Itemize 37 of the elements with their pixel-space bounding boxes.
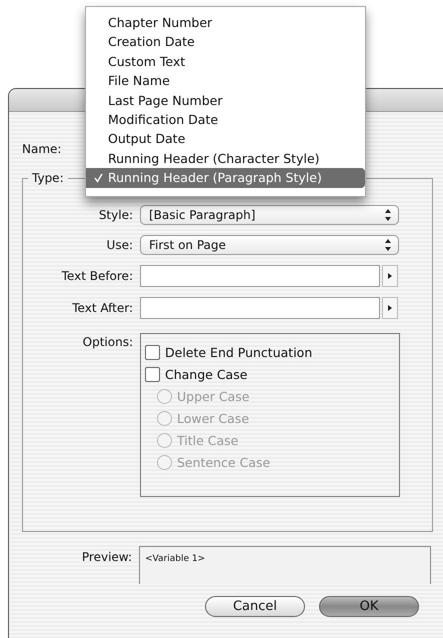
menu-item[interactable]: Output Date <box>86 129 365 149</box>
radio-label: Lower Case <box>177 410 250 426</box>
field-label: Text Before: <box>60 269 133 283</box>
menu-item[interactable]: Running Header (Paragraph Style) <box>86 168 365 188</box>
field-label: Use: <box>106 238 133 252</box>
name-label: Name: <box>22 142 62 156</box>
radio-label: Title Case <box>177 432 238 448</box>
checkbox-label: Delete End Punctuation <box>165 344 312 360</box>
right-arrow-icon <box>387 272 393 280</box>
menu-item[interactable]: Chapter Number <box>86 13 365 32</box>
field-label: Style: <box>98 208 133 222</box>
radio-label: Upper Case <box>177 388 250 404</box>
preview-label: Preview: <box>80 549 132 566</box>
text-field[interactable] <box>140 265 380 287</box>
check-icon <box>94 173 103 184</box>
menu-item[interactable]: Custom Text <box>86 52 365 72</box>
dialog-button[interactable]: OK <box>319 596 419 617</box>
menu-item[interactable]: Last Page Number <box>86 90 365 110</box>
dialog-button[interactable]: Cancel <box>205 596 305 617</box>
preview-text: <Variable 1> <box>145 554 206 564</box>
menu-item[interactable]: Creation Date <box>86 32 365 52</box>
checkbox-label: Change Case <box>165 366 248 382</box>
dropdown[interactable]: [Basic Paragraph] <box>140 205 399 225</box>
checkbox[interactable] <box>145 344 160 360</box>
menu-item[interactable]: File Name <box>86 71 365 91</box>
checkbox[interactable] <box>145 366 160 382</box>
options-label: Options: <box>82 334 133 349</box>
dropdown[interactable]: First on Page <box>140 235 399 255</box>
type-label: Type: <box>28 171 68 185</box>
radio-label: Sentence Case <box>177 454 270 470</box>
right-arrow-icon <box>387 304 393 312</box>
insert-menu-button[interactable] <box>382 297 398 319</box>
insert-menu-button[interactable] <box>382 265 398 287</box>
menu-item[interactable]: Running Header (Character Style) <box>86 148 365 168</box>
text-field[interactable] <box>140 297 380 319</box>
field-label: Text After: <box>71 301 133 315</box>
menu-item[interactable]: Modification Date <box>86 110 365 130</box>
